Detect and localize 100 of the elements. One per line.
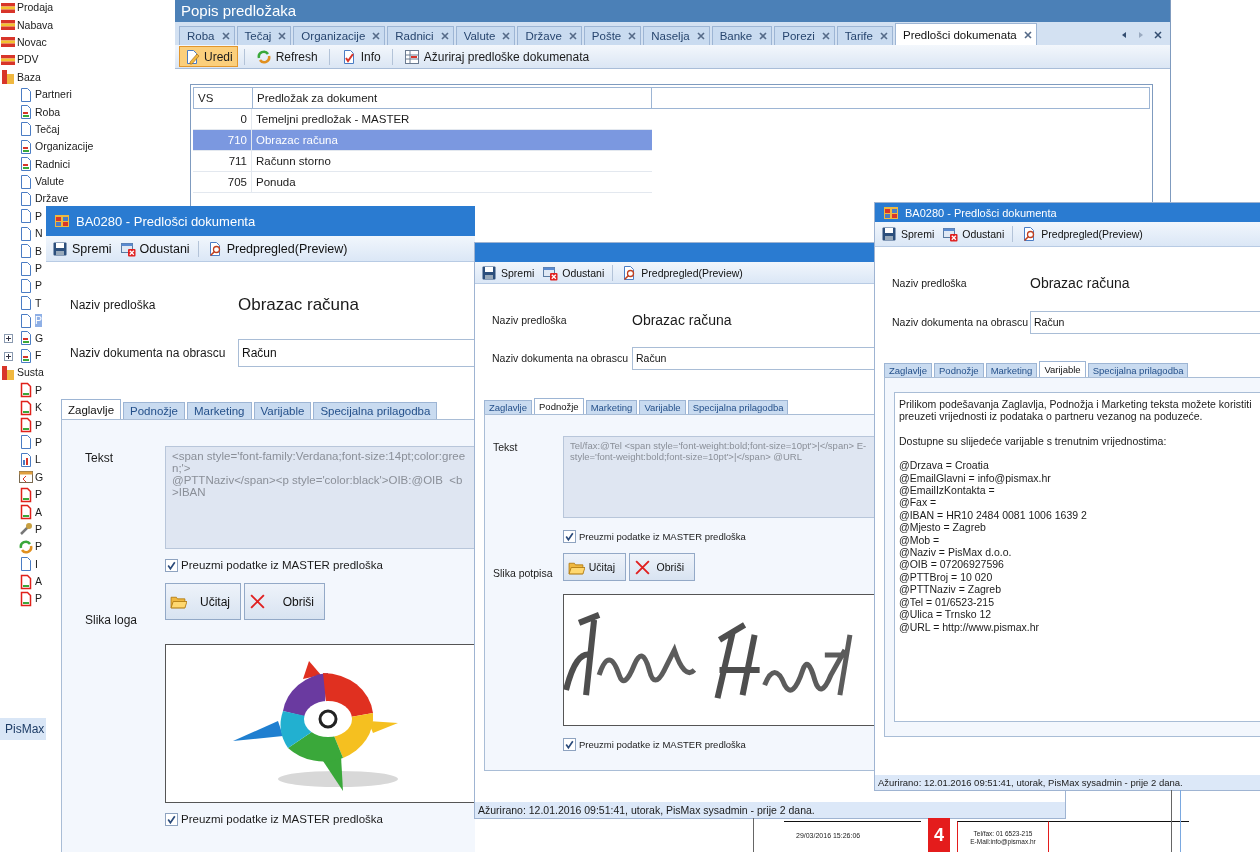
tree-item[interactable]: Organizacije xyxy=(35,140,94,154)
input-field[interactable]: Račun xyxy=(1030,310,1260,334)
table-row[interactable]: 705 Ponuda xyxy=(193,172,652,193)
tab[interactable]: Radnici xyxy=(387,26,454,45)
tab[interactable]: Specijalna prilagodba xyxy=(687,400,789,414)
tab[interactable]: Zaglavlje xyxy=(484,400,533,414)
tab[interactable]: Zaglavlje xyxy=(61,399,122,419)
expand-icon[interactable] xyxy=(4,334,13,344)
tree-item[interactable]: P xyxy=(35,279,42,293)
tree-item[interactable]: Susta xyxy=(17,366,44,380)
checkbox[interactable] xyxy=(165,558,178,572)
tree-item[interactable]: Partneri xyxy=(35,88,72,102)
tree-item[interactable]: P xyxy=(35,540,42,554)
tab[interactable]: Organizacije xyxy=(293,26,386,45)
tab[interactable]: Države xyxy=(517,26,582,45)
close-icon[interactable] xyxy=(221,32,230,40)
close-icon[interactable] xyxy=(879,32,888,40)
tab[interactable]: Tarife xyxy=(836,26,893,45)
tree-item[interactable]: Nabava xyxy=(17,18,54,32)
save-button[interactable]: Spremi xyxy=(878,226,938,242)
tree-item[interactable]: Baza xyxy=(17,70,41,84)
tree-item[interactable]: P xyxy=(35,435,42,449)
tree-item[interactable]: F xyxy=(35,349,42,362)
tab[interactable]: Specijalna prilagodba xyxy=(313,402,438,419)
tree-item[interactable]: A xyxy=(35,505,42,519)
column-header[interactable]: VS xyxy=(194,88,253,108)
tree-item[interactable]: P xyxy=(35,383,42,397)
info-button[interactable]: Info xyxy=(335,46,386,67)
tab[interactable]: Marketing xyxy=(187,402,252,419)
tab[interactable]: Predlošci dokumenata xyxy=(894,23,1037,45)
tree-item[interactable]: I xyxy=(35,557,38,571)
load-button[interactable]: Učitaj xyxy=(165,583,241,620)
close-icon[interactable] xyxy=(278,32,287,40)
cancel-button[interactable]: Odustani xyxy=(939,226,1008,242)
tab[interactable]: Valute xyxy=(455,26,516,45)
close-icon[interactable] xyxy=(759,32,768,40)
tree-item[interactable]: G xyxy=(35,331,44,345)
cancel-button[interactable]: Odustani xyxy=(116,240,193,257)
close-icon[interactable] xyxy=(821,32,830,40)
delete-button[interactable]: Obriši xyxy=(244,583,325,620)
tab[interactable]: Varijable xyxy=(1039,361,1086,377)
tab[interactable]: Varijable xyxy=(639,400,686,414)
tab[interactable]: Podnožje xyxy=(534,398,584,414)
tree-item[interactable]: P xyxy=(35,262,42,276)
close-icon[interactable] xyxy=(502,32,511,40)
tree-item[interactable]: K xyxy=(35,401,42,415)
tree-item[interactable]: A xyxy=(35,575,42,589)
tree-item[interactable]: Države xyxy=(35,192,69,206)
refresh-button[interactable]: Refresh xyxy=(250,46,323,67)
tree-item[interactable]: Valute xyxy=(35,175,64,189)
tree-item[interactable]: P xyxy=(35,418,42,432)
save-button[interactable]: Spremi xyxy=(49,240,115,257)
tree-item[interactable]: Radnici xyxy=(35,157,71,171)
tree-item[interactable]: PDV xyxy=(17,53,39,67)
edit-button[interactable]: Uredi xyxy=(179,46,238,67)
delete-button[interactable]: Obriši xyxy=(629,553,695,581)
close-icon[interactable] xyxy=(628,32,637,40)
preview-button[interactable]: Predpregled(Preview) xyxy=(618,264,746,281)
tree-item[interactable]: Roba xyxy=(35,105,61,119)
tree-item[interactable]: T xyxy=(35,296,42,310)
preview-button[interactable]: Predpregled(Preview) xyxy=(203,240,351,257)
tab[interactable]: Marketing xyxy=(985,363,1038,377)
input-field[interactable]: Račun xyxy=(632,346,875,370)
tree-item[interactable]: Tečaj xyxy=(35,122,60,136)
preview-button[interactable]: Predpregled(Preview) xyxy=(1018,226,1146,242)
tab[interactable]: Roba xyxy=(179,26,235,45)
tree-item[interactable]: N xyxy=(35,227,43,241)
checkbox[interactable] xyxy=(563,737,576,751)
update-button[interactable]: Ažuriraj predloške dokumenata xyxy=(398,46,595,67)
tree-item[interactable]: Prodaja xyxy=(17,1,54,15)
column-header[interactable]: Predložak za dokument xyxy=(253,88,652,108)
tab[interactable]: Specijalna prilagodba xyxy=(1087,363,1189,377)
tree-item[interactable]: Novac xyxy=(17,35,47,49)
tree-item[interactable]: P xyxy=(35,592,42,606)
tree-item[interactable]: G xyxy=(35,470,44,484)
load-button[interactable]: Učitaj xyxy=(563,553,626,581)
tab[interactable]: Podnožje xyxy=(123,402,185,419)
close-icon[interactable] xyxy=(1154,30,1162,39)
tree-item[interactable]: B xyxy=(35,244,42,258)
tab[interactable]: Porezi xyxy=(774,26,835,45)
tree-item[interactable]: P xyxy=(35,209,42,223)
tab[interactable]: Marketing xyxy=(585,400,638,414)
cancel-button[interactable]: Odustani xyxy=(539,264,608,281)
close-icon[interactable] xyxy=(440,32,449,40)
tree-item[interactable]: P xyxy=(35,488,42,502)
scroll-left-icon[interactable] xyxy=(1120,30,1128,39)
tab[interactable]: Banke xyxy=(711,26,773,45)
tab[interactable]: Naselja xyxy=(643,26,710,45)
close-icon[interactable] xyxy=(372,32,381,40)
close-icon[interactable] xyxy=(568,32,577,40)
close-icon[interactable] xyxy=(696,32,705,40)
tree-item[interactable]: L xyxy=(35,453,41,467)
save-button[interactable]: Spremi xyxy=(478,264,538,281)
input-field[interactable]: Račun xyxy=(238,339,475,367)
tab[interactable]: Zaglavlje xyxy=(884,363,933,377)
tab[interactable]: Tečaj xyxy=(236,26,292,45)
tab[interactable]: Pošte xyxy=(583,26,642,45)
expand-icon[interactable] xyxy=(4,351,13,361)
tab[interactable]: Varijable xyxy=(253,402,312,419)
checkbox[interactable] xyxy=(563,529,576,543)
